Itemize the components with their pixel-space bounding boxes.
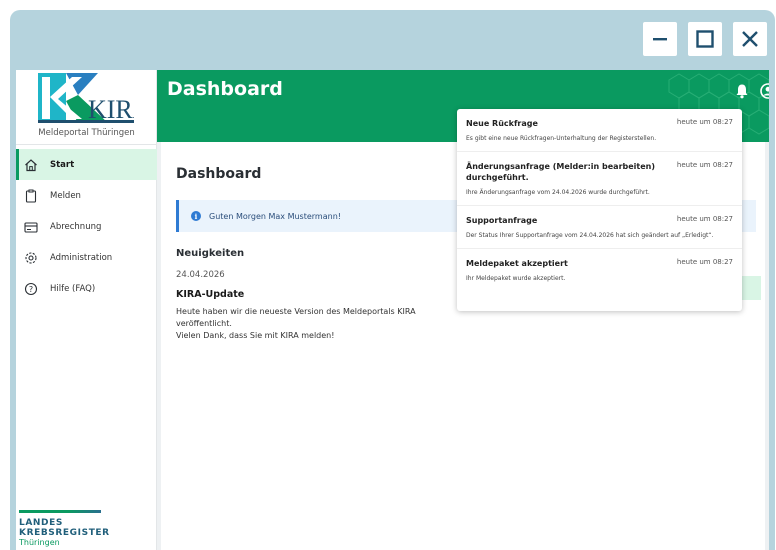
notification-title: Meldepaket akzeptiert (466, 259, 568, 268)
notification-item[interactable]: Supportanfrage heute um 08:27 Der Status… (457, 206, 742, 249)
sidebar-nav: Start Melden Abrechnung Administration ?… (16, 149, 157, 304)
sidebar-item-label: Abrechnung (50, 221, 102, 232)
news-date: 24.04.2026 (176, 270, 225, 280)
notification-title: Supportanfrage (466, 216, 538, 225)
sidebar-item-label: Administration (50, 252, 113, 263)
landeskrebsregister-logo: LANDES KREBSREGISTER Thüringen (19, 510, 109, 548)
notification-time: heute um 08:27 (676, 215, 733, 223)
logo-bar (19, 510, 101, 513)
notification-item[interactable]: Meldepaket akzeptiert heute um 08:27 Ihr… (457, 249, 742, 291)
notification-time: heute um 08:27 (676, 258, 733, 266)
sidebar-item-administration[interactable]: Administration (16, 242, 157, 273)
sidebar-item-abrechnung[interactable]: Abrechnung (16, 211, 157, 242)
notification-time: heute um 08:27 (676, 161, 733, 169)
news-title: KIRA-Update (176, 289, 245, 300)
logo-line-1: LANDES (19, 518, 63, 528)
news-body-line-2: Vielen Dank, dass Sie mit KIRA melden! (176, 331, 335, 340)
maximize-icon (696, 30, 714, 48)
home-icon (24, 158, 38, 172)
kira-logo[interactable]: KIRA (38, 73, 134, 123)
notification-body: Der Status Ihrer Supportanfrage vom 24.0… (466, 232, 714, 239)
close-icon (742, 31, 758, 47)
sidebar-item-hilfe[interactable]: ? Hilfe (FAQ) (16, 273, 157, 304)
maximize-button[interactable] (688, 22, 722, 56)
header-title: Dashboard (167, 78, 283, 100)
bell-icon (736, 84, 748, 99)
card-icon (24, 220, 38, 234)
sidebar-item-label: Start (50, 159, 75, 170)
sidebar: KIRA Meldeportal Thüringen Start Melden (16, 70, 157, 550)
sidebar-item-label: Hilfe (FAQ) (50, 283, 96, 294)
notification-item[interactable]: Neue Rückfrage heute um 08:27 Es gibt ei… (457, 109, 742, 152)
logo-subtitle: Meldeportal Thüringen (38, 128, 135, 138)
gear-icon (24, 251, 38, 265)
logo-line-2: KREBSREGISTER (19, 528, 110, 538)
sidebar-item-start[interactable]: Start (16, 149, 157, 180)
notification-dropdown: Neue Rückfrage heute um 08:27 Es gibt ei… (457, 109, 742, 311)
divider (16, 144, 157, 145)
help-icon: ? (24, 282, 38, 296)
notifications-button[interactable] (733, 82, 751, 100)
news-heading: Neuigkeiten (176, 248, 245, 259)
notification-time: heute um 08:27 (676, 118, 733, 126)
notification-item[interactable]: Änderungsanfrage (Melder:in bearbeiten) … (457, 152, 742, 206)
news-body-line-1: Heute haben wir die neueste Version des … (176, 307, 416, 328)
notification-title: Neue Rückfrage (466, 119, 538, 128)
close-button[interactable] (733, 22, 767, 56)
hidden-panel-edge (741, 276, 761, 300)
minimize-icon (653, 38, 667, 41)
user-menu-button[interactable] (759, 82, 769, 100)
sidebar-item-label: Melden (50, 190, 81, 201)
sidebar-item-melden[interactable]: Melden (16, 180, 157, 211)
news-body: Heute haben wir die neueste Version des … (176, 306, 426, 342)
clipboard-icon (24, 189, 38, 203)
notification-title: Änderungsanfrage (Melder:in bearbeiten) … (466, 162, 656, 182)
notification-body: Es gibt eine neue Rückfragen-Unterhaltun… (466, 135, 657, 142)
logo-wordmark: KIRA (88, 95, 134, 123)
notification-body: Ihre Änderungsanfrage vom 24.04.2026 wur… (466, 189, 650, 196)
user-icon (760, 83, 769, 99)
notification-body: Ihr Meldepaket wurde akzeptiert. (466, 275, 566, 282)
minimize-button[interactable] (643, 22, 677, 56)
greeting-text: Guten Morgen Max Mustermann! (209, 211, 341, 221)
page-title: Dashboard (176, 166, 262, 182)
info-icon: i (191, 211, 201, 221)
svg-text:?: ? (29, 285, 33, 294)
